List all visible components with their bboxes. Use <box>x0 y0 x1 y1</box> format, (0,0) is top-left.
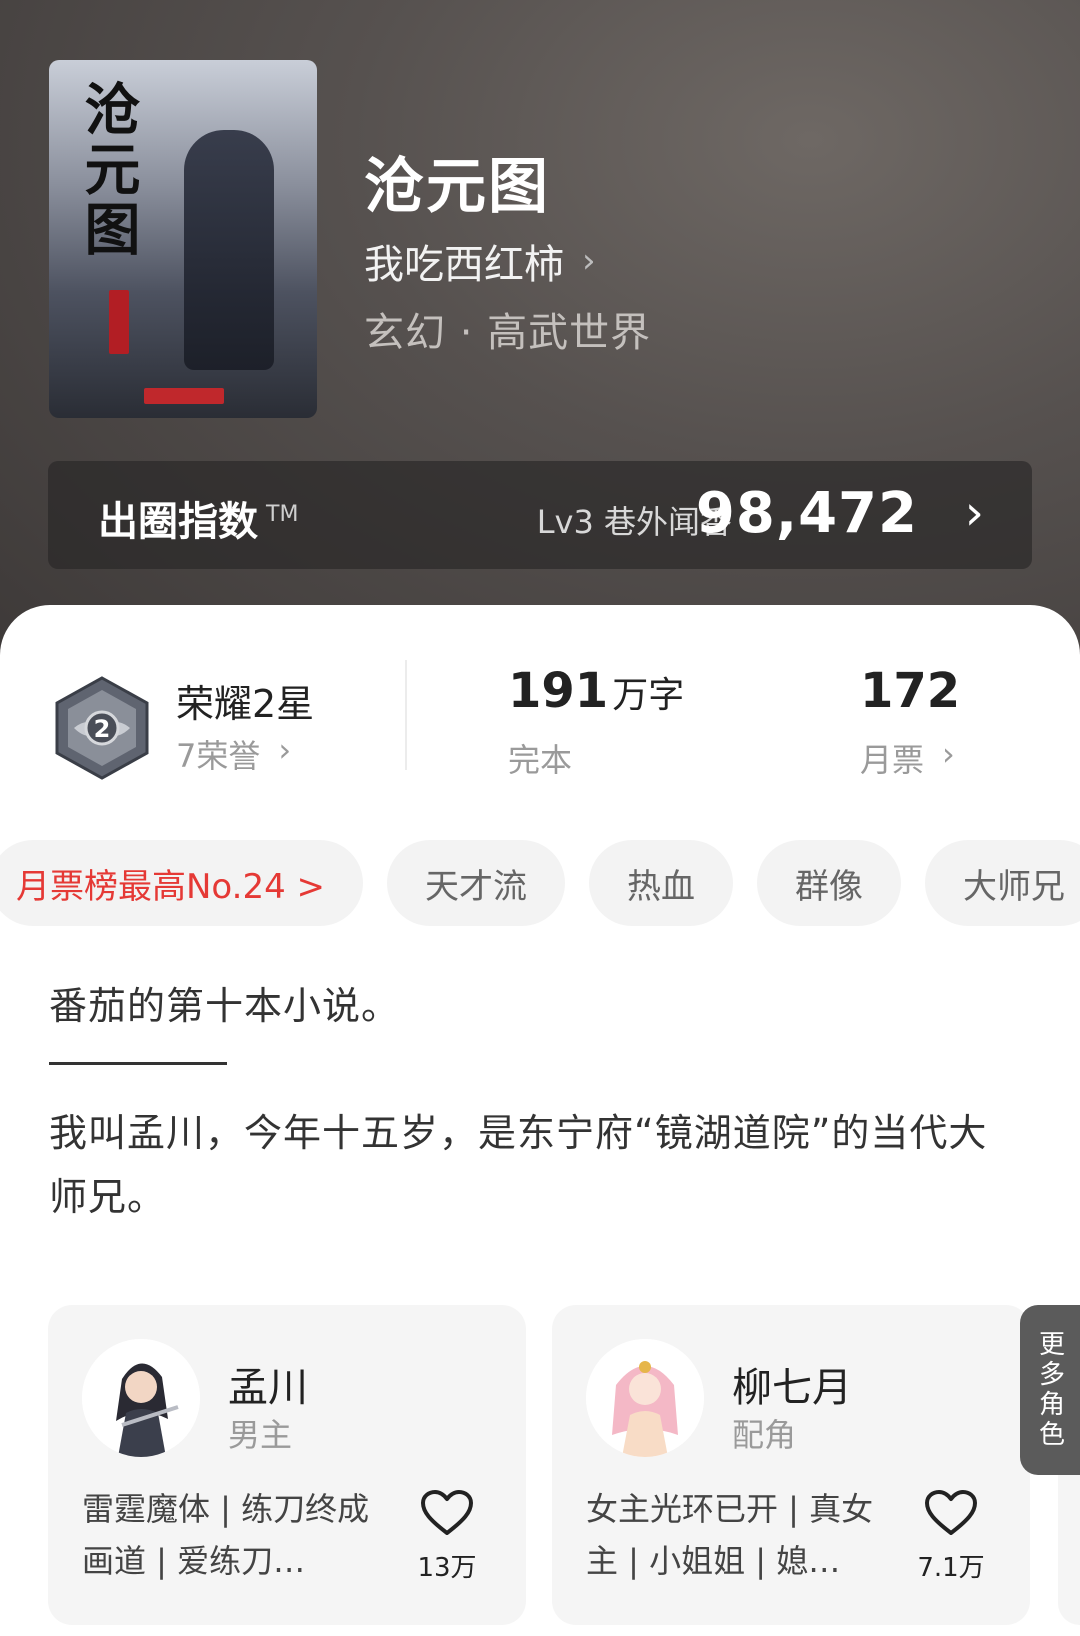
character-role: 配角 <box>732 1416 797 1454</box>
monthly-votes-count: 172 <box>860 663 961 719</box>
chevron-right-icon: › <box>964 485 984 541</box>
tag-item[interactable]: 群像 <box>757 840 902 926</box>
tag-ranking[interactable]: 月票榜最高No.24 > <box>0 840 364 926</box>
like-button[interactable]: 13万 <box>412 1489 482 1584</box>
more-characters-button[interactable]: 更多角色 <box>1020 1305 1080 1475</box>
intro-synopsis[interactable]: 我叫孟川，今年十五岁，是东宁府“镜湖道院”的当代大师兄。 <box>49 1101 1009 1229</box>
popularity-index-bar[interactable]: 出圈指数 TM Lv3 巷外闻香 98,472 › <box>48 461 1032 569</box>
book-cover[interactable]: 沧元图 <box>49 60 317 418</box>
word-count: 191 万字 <box>508 663 685 719</box>
chevron-right-icon: › <box>278 731 292 769</box>
svg-text:2: 2 <box>94 715 111 743</box>
character-role: 男主 <box>228 1416 293 1454</box>
character-description: 女主光环已开 | 真女主 | 小姐姐 | 媳… <box>586 1490 874 1580</box>
completion-status: 完本 <box>508 741 573 779</box>
tag-item[interactable]: 天才流 <box>387 840 566 926</box>
character-card[interactable]: 孟川 男主 雷霆魔体 | 练刀终成画道 | 爱练刀… 13万 <box>48 1305 526 1625</box>
cover-publisher-logo <box>144 388 224 404</box>
cover-title-calligraphy: 沧元图 <box>75 80 141 260</box>
chevron-right-icon: › <box>942 735 955 773</box>
honor-count-link[interactable]: 7荣誉 › <box>176 731 291 777</box>
tag-list: 月票榜最高No.24 > 天才流 热血 群像 大师兄 <box>0 840 1080 926</box>
index-value: 98,472 <box>695 481 918 546</box>
stats-divider <box>405 660 407 770</box>
tag-item[interactable]: 热血 <box>589 840 734 926</box>
character-card[interactable]: 柳七月 配角 女主光环已开 | 真女主 | 小姐姐 | 媳… 7.1万 <box>552 1305 1030 1625</box>
like-count: 13万 <box>417 1553 477 1583</box>
tag-item[interactable]: 大师兄 <box>925 840 1080 926</box>
character-avatar <box>586 1339 704 1457</box>
cover-red-seal <box>109 290 129 354</box>
honor-title: 荣耀2星 <box>176 682 315 726</box>
character-description: 雷霆魔体 | 练刀终成画道 | 爱练刀… <box>82 1490 370 1580</box>
like-button[interactable]: 7.1万 <box>916 1489 986 1584</box>
author-link[interactable]: 我吃西红柿 › <box>364 232 596 290</box>
index-label: 出圈指数 TM <box>98 499 299 545</box>
trademark-mark: TM <box>266 502 299 527</box>
like-count: 7.1万 <box>917 1553 985 1583</box>
heart-icon <box>925 1490 977 1535</box>
author-name: 我吃西红柿 <box>364 242 564 288</box>
intro-separator <box>49 1062 227 1065</box>
character-avatar <box>82 1339 200 1457</box>
cover-figure-art <box>184 130 274 370</box>
intro-line-1: 番茄的第十本小说。 <box>49 984 401 1028</box>
character-name: 柳七月 <box>732 1365 852 1411</box>
character-name: 孟川 <box>228 1365 308 1411</box>
chevron-right-icon: › <box>582 241 596 281</box>
monthly-votes-link[interactable]: 月票 › <box>860 735 955 781</box>
genre-label: 玄幻 · 高武世界 <box>364 310 652 356</box>
heart-icon <box>421 1490 473 1535</box>
book-info-card: 2 荣耀2星 7荣誉 › 191 万字 完本 172 月票 › 月票榜最高No.2… <box>0 605 1080 1636</box>
honor-badge-icon[interactable]: 2 <box>52 676 152 780</box>
book-title: 沧元图 <box>364 152 550 222</box>
